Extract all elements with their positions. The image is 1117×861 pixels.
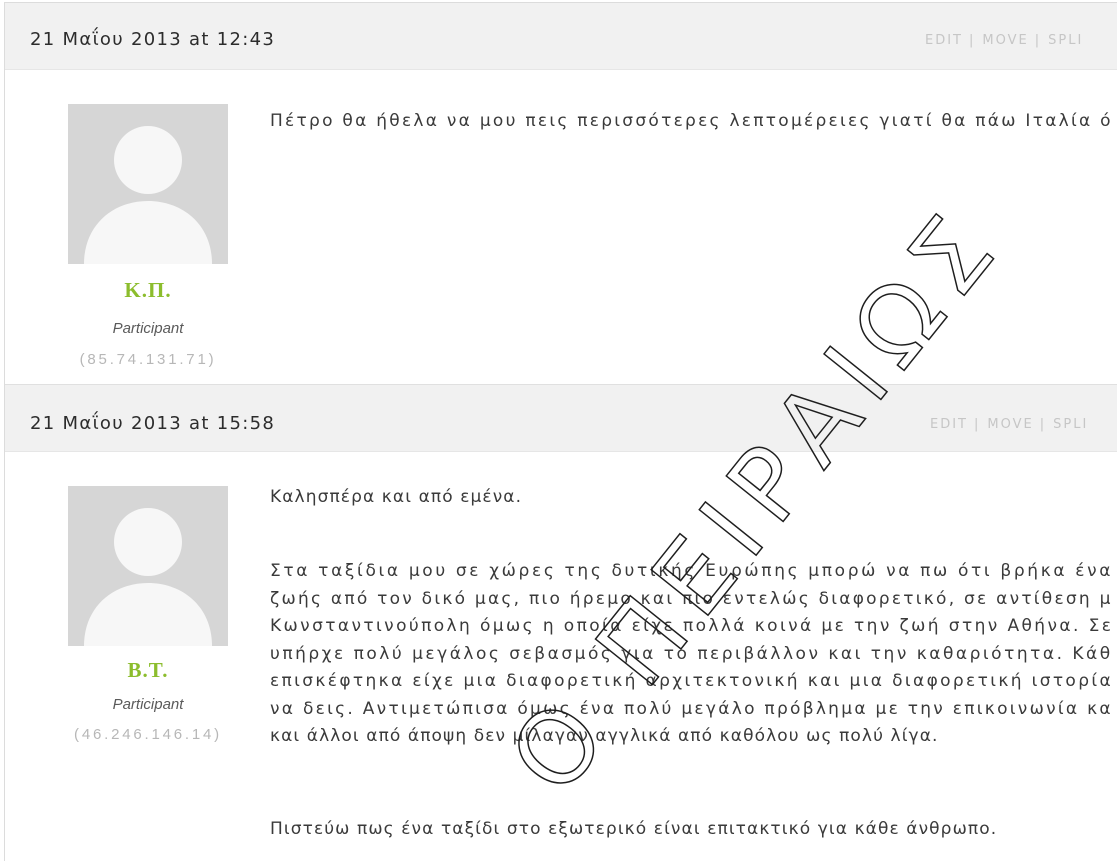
reply-body: Κ.Π. Participant (85.74.131.71) Πέτρο θα… [5, 70, 1117, 384]
admin-separator: | [974, 417, 981, 432]
reply-header: 21 Μαΐου 2013 at 15:58 EDIT | MOVE | SPL… [5, 384, 1117, 452]
reply-paragraph: Καλησπέρα και από εμένα. [270, 484, 1115, 510]
reply-header: 21 Μαΐου 2013 at 12:43 EDIT | MOVE | SPL… [5, 3, 1117, 70]
split-link[interactable]: SPLI [1053, 413, 1088, 437]
reply-text-line: Πιστεύω πως ένα ταξίδι στο εξωτερικό είν… [270, 819, 998, 839]
reply-admin-links: EDIT | MOVE | SPLI [930, 413, 1088, 437]
reply-text-line: υπήρχε πολύ μεγάλος σεβασμός για το περι… [270, 643, 1113, 664]
edit-link[interactable]: EDIT [925, 29, 963, 53]
reply-paragraph: Πιστεύω πως ένα ταξίδι στο εξωτερικό είν… [270, 816, 1115, 844]
reply-text-line: Στα ταξίδια μου σε χώρες της δυτικής Ευρ… [270, 561, 1114, 581]
user-silhouette-icon [84, 508, 212, 646]
reply-text-line: επισκέφτηκα είχε μια διαφορετική αρχιτεκ… [270, 671, 1114, 691]
reply: 21 Μαΐου 2013 at 15:58 EDIT | MOVE | SPL… [5, 384, 1117, 861]
topic-replies: 21 Μαΐου 2013 at 12:43 EDIT | MOVE | SPL… [4, 2, 1117, 861]
split-link[interactable]: SPLI [1048, 29, 1083, 53]
reply-content: Πέτρο θα ήθελα να μου πεις περισσότερες … [270, 108, 1115, 134]
admin-separator: | [1034, 33, 1042, 48]
reply-date: 21 Μαΐου 2013 at 15:58 [30, 413, 276, 434]
reply-text-line: και άλλοι από άποψη δεν μίλαγαν αγγλικά … [270, 726, 939, 746]
author-avatar[interactable] [68, 486, 228, 646]
reply-text-line: Πέτρο θα ήθελα να μου πεις περισσότερες … [270, 111, 1113, 131]
author-avatar[interactable] [68, 104, 228, 264]
user-silhouette-icon [84, 126, 212, 264]
reply-admin-links: EDIT | MOVE | SPLI [925, 29, 1083, 53]
avatar-shoulders-shape [84, 583, 212, 646]
reply-paragraph: Στα ταξίδια μου σε χώρες της δυτικής Ευρ… [270, 558, 1115, 751]
move-link[interactable]: MOVE [982, 29, 1028, 53]
avatar-head-shape [114, 126, 182, 194]
reply-text-line: Κωνσταντινούπολη όμως η οποία είχε πολλά… [270, 616, 1114, 636]
avatar-head-shape [114, 508, 182, 576]
author-ip: (85.74.131.71) [79, 351, 217, 368]
move-link[interactable]: MOVE [987, 413, 1033, 437]
admin-separator: | [969, 33, 976, 48]
reply-date: 21 Μαΐου 2013 at 12:43 [30, 29, 276, 50]
admin-separator: | [1039, 417, 1047, 432]
reply: 21 Μαΐου 2013 at 12:43 EDIT | MOVE | SPL… [5, 3, 1117, 384]
author-name-link[interactable]: Κ.Π. [83, 277, 213, 303]
author-name-link[interactable]: Β.Τ. [83, 657, 213, 683]
reply-text-line: Καλησπέρα και από εμένα. [270, 487, 523, 507]
reply-text-line: ζωής από τον δικό μας, πιο ήρεμο και πιο… [270, 588, 1113, 609]
author-role: Participant [112, 320, 184, 337]
author-ip: (46.246.146.14) [74, 726, 222, 743]
edit-link[interactable]: EDIT [930, 413, 968, 437]
avatar-shoulders-shape [84, 201, 212, 264]
author-role: Participant [112, 696, 184, 713]
reply-text-line: να δεις. Αντιμετώπισα όμως ένα πολύ μεγά… [270, 698, 1113, 719]
reply-body: Β.Τ. Participant (46.246.146.14) Καλησπέ… [5, 452, 1117, 861]
